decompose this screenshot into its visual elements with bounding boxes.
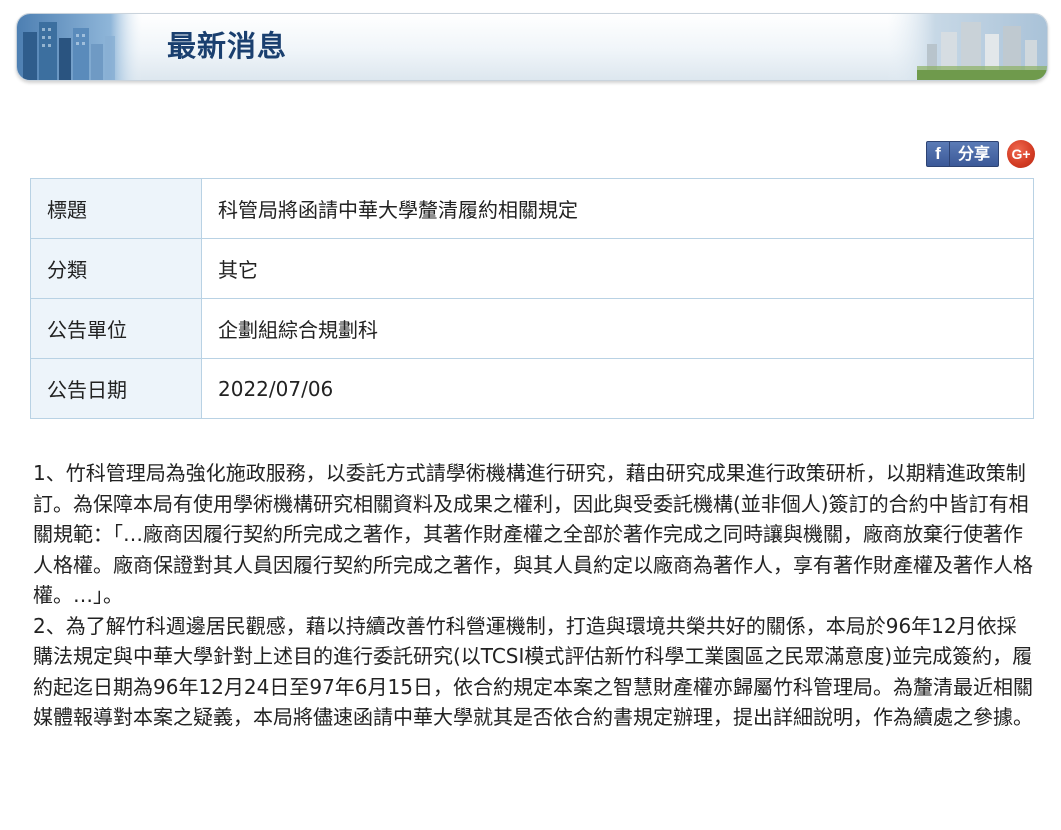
title-value: 科管局將函請中華大學釐清履約相關規定 (201, 178, 1034, 239)
page: 最新消息 f 分享 G+ 標題 科管局將函請中華大學釐清履約相關規定 分類 其它… (0, 0, 1061, 830)
google-plus-share-button[interactable]: G+ (1007, 140, 1035, 168)
city-skyline-left-image (17, 14, 142, 80)
content-paragraph-2: 2、為了解竹科週邊居民觀感，藉以持續改善竹科營運機制，打造與環境共榮共好的關係，… (33, 613, 1033, 730)
page-banner: 最新消息 (16, 13, 1048, 81)
date-value: 2022/07/06 (201, 358, 1034, 419)
table-row-category: 分類 其它 (30, 238, 1034, 299)
google-plus-icon: G+ (1011, 146, 1031, 162)
facebook-share-label: 分享 (957, 144, 990, 163)
table-row-title: 標題 科管局將函請中華大學釐清履約相關規定 (30, 178, 1034, 239)
page-title: 最新消息 (167, 29, 288, 63)
content-paragraph-1: 1、竹科管理局為強化施政服務，以委託方式請學術機構進行研究，藉由研究成果進行政策… (33, 461, 1033, 607)
facebook-icon: f (927, 142, 950, 166)
city-skyline-right-image (887, 14, 1047, 80)
news-content: 1、竹科管理局為強化施政服務，以委託方式請學術機構進行研究，藉由研究成果進行政策… (33, 458, 1033, 733)
date-label: 公告日期 (30, 358, 202, 419)
unit-value: 企劃組綜合規劃科 (201, 298, 1034, 359)
title-label: 標題 (30, 178, 202, 239)
facebook-share-button[interactable]: f 分享 (925, 141, 999, 167)
unit-label: 公告單位 (30, 298, 202, 359)
table-row-date: 公告日期 2022/07/06 (30, 358, 1034, 419)
category-value: 其它 (201, 238, 1034, 299)
table-row-unit: 公告單位 企劃組綜合規劃科 (30, 298, 1034, 359)
news-info-table: 標題 科管局將函請中華大學釐清履約相關規定 分類 其它 公告單位 企劃組綜合規劃… (30, 178, 1034, 419)
share-toolbar: f 分享 G+ (925, 139, 1035, 169)
category-label: 分類 (30, 238, 202, 299)
